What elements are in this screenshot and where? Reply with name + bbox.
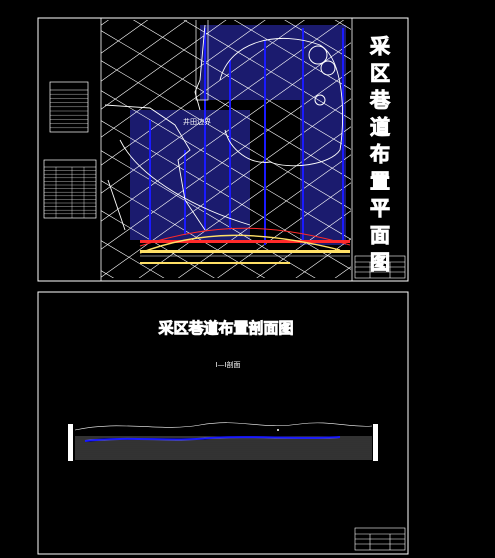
- grid-line: [334, 266, 351, 278]
- title-char: 区: [370, 61, 390, 85]
- sheet-1: 井田边界 采区巷道布置平面图: [37, 17, 409, 480]
- title-char: 置: [370, 169, 390, 193]
- left-table-bottom: [43, 159, 97, 219]
- title-char: 布: [370, 142, 390, 166]
- title-char: 面: [370, 223, 390, 247]
- sheet-2-title-block: [354, 527, 406, 551]
- area-label: 井田边界: [183, 117, 211, 126]
- grid-line: [101, 20, 109, 26]
- title-char: 道: [370, 115, 390, 139]
- section-profile: [68, 422, 378, 461]
- sheet-1-title: 采区巷道布置平面图: [369, 34, 392, 275]
- grid-line: [100, 330, 352, 480]
- drawing-canvas: 井田边界 采区巷道布置平面图 采区巷道布置剖面图 I—I剖面: [37, 17, 409, 555]
- title-char: 采: [370, 34, 390, 58]
- sheet-1-title-text: 采区巷道布置平面图: [369, 34, 391, 274]
- title-char: 平: [370, 196, 390, 220]
- left-table-top: [49, 81, 89, 133]
- sheet-2-title: 采区巷道布置剖面图: [157, 319, 293, 337]
- plan-map: 井田边界: [100, 20, 352, 480]
- title-char: 巷: [369, 88, 391, 112]
- section-label: I—I剖面: [215, 360, 240, 369]
- mined-area-fills: [130, 25, 346, 245]
- sheet-2: 采区巷道布置剖面图 I—I剖面: [37, 291, 409, 555]
